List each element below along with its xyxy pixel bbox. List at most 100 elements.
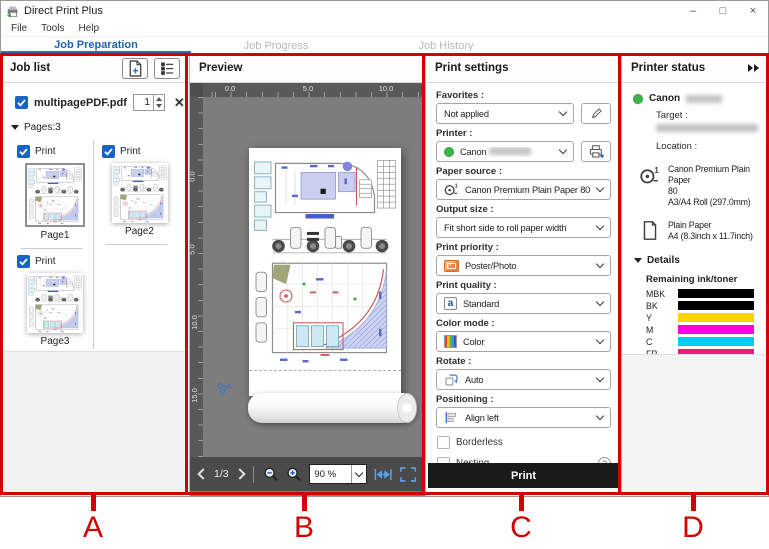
- print-settings-title: Print settings: [435, 62, 508, 74]
- color-mode-select[interactable]: Color: [436, 331, 611, 352]
- printer-select[interactable]: Canon: [436, 141, 574, 162]
- zoom-out-button[interactable]: [263, 466, 279, 483]
- tab-job-history[interactable]: Job History: [361, 40, 531, 54]
- page2-print-checkbox[interactable]: [102, 145, 115, 158]
- roll-media-name: Canon Premium Plain Paper: [668, 164, 760, 186]
- output-size-select[interactable]: Fit short side to roll paper width: [436, 217, 611, 238]
- previous-page-button[interactable]: [197, 468, 208, 479]
- details-toggle[interactable]: Details: [634, 255, 760, 266]
- copies-spinner[interactable]: 1: [133, 94, 165, 111]
- zoom-level-select[interactable]: 90 %: [309, 464, 367, 484]
- close-button[interactable]: ×: [738, 1, 768, 21]
- printer-online-icon: [633, 94, 643, 104]
- rotate-select[interactable]: Auto: [436, 369, 611, 390]
- output-size-label: Output size :: [436, 204, 611, 215]
- ink-title: Remaining ink/toner: [646, 274, 760, 285]
- positioning-label: Positioning :: [436, 394, 611, 405]
- print-quality-select[interactable]: a Standard: [436, 293, 611, 314]
- next-page-button[interactable]: [234, 468, 245, 479]
- rotate-icon: [444, 372, 459, 387]
- edit-favorites-button[interactable]: [581, 103, 611, 124]
- page2-cell: Print Page2: [94, 141, 177, 239]
- list-view-button[interactable]: [154, 58, 180, 79]
- print-button[interactable]: Print: [428, 463, 619, 488]
- page2-thumbnail[interactable]: [112, 163, 168, 223]
- annotation-letter-d: D: [671, 511, 715, 545]
- rotate-label: Rotate :: [436, 356, 611, 367]
- status-printer-row: Canon: [633, 93, 760, 104]
- page1-cell: Print Page1: [9, 141, 93, 243]
- cut-line: [249, 370, 401, 371]
- page-thumbnail-grid: Print Page1 Print: [9, 141, 189, 349]
- fit-width-button[interactable]: [374, 467, 392, 482]
- ink-level-bar: [678, 325, 754, 334]
- align-left-icon: [444, 411, 459, 424]
- page3-cell: Print Page3: [9, 251, 93, 349]
- combo-arrow[interactable]: [351, 465, 366, 483]
- menu-tools[interactable]: Tools: [34, 23, 71, 34]
- redacted-target-address: [656, 124, 758, 132]
- vertical-ruler: 0.0 5.0 10.0 15.0: [190, 97, 203, 457]
- borderless-checkbox[interactable]: [437, 436, 450, 449]
- spinner-down-icon[interactable]: [156, 104, 162, 108]
- menu-file[interactable]: File: [4, 23, 34, 34]
- print-priority-select[interactable]: Poster/Photo: [436, 255, 611, 276]
- preview-canvas[interactable]: 0.0 5.0 10.0 0.0 5.0 10.0 15.0: [190, 83, 425, 457]
- print-priority-label: Print priority :: [436, 242, 611, 253]
- paper-source-select[interactable]: Canon Premium Plain Paper 80 A3/A4: [436, 179, 611, 200]
- printer-status-footer: [622, 354, 768, 496]
- ink-level-bar: [678, 313, 754, 322]
- menu-bar: File Tools Help: [1, 21, 768, 37]
- color-icon: [444, 335, 457, 348]
- job-list-panel: Job list: [1, 54, 189, 496]
- add-job-button[interactable]: [122, 58, 148, 79]
- window-title: Direct Print Plus: [24, 5, 103, 17]
- pages-toggle[interactable]: Pages:3: [11, 122, 189, 133]
- sheet-media-row: Plain Paper A4 (8.3inch x 11.7inch): [639, 220, 760, 242]
- toolbar-divider: [253, 466, 254, 483]
- ink-row-m: M: [646, 325, 754, 334]
- page2-label: Page2: [102, 226, 177, 237]
- favorites-select[interactable]: Not applied: [436, 103, 574, 124]
- page1-label: Page1: [17, 230, 93, 241]
- pages-count-label: Pages:3: [24, 122, 61, 133]
- page3-thumbnail[interactable]: [27, 273, 83, 333]
- file-name: multipagePDF.pdf: [34, 97, 127, 109]
- roll-end-cap: [397, 393, 417, 423]
- maximize-button[interactable]: □: [708, 1, 738, 21]
- zoom-in-button[interactable]: [286, 466, 302, 483]
- print-settings-panel: Print settings Favorites : Not applied: [425, 54, 621, 496]
- minimize-button[interactable]: –: [678, 1, 708, 21]
- page1-print-checkbox[interactable]: [17, 145, 30, 158]
- add-printer-button[interactable]: [581, 141, 611, 162]
- sheet-media-size: A4 (8.3inch x 11.7inch): [668, 231, 753, 242]
- ink-row-c: C: [646, 337, 754, 346]
- tab-job-preparation[interactable]: Job Preparation: [1, 39, 191, 54]
- roll-paper-icon: [639, 164, 661, 186]
- page3-print-checkbox[interactable]: [17, 255, 30, 268]
- add-file-icon: [128, 60, 143, 77]
- ink-row-y: Y: [646, 313, 754, 322]
- poster-photo-icon: [444, 260, 459, 272]
- tab-bar: Job Preparation Job Progress Job History: [1, 37, 768, 54]
- menu-help[interactable]: Help: [71, 23, 106, 34]
- expand-panel-button[interactable]: [748, 64, 759, 72]
- file-checkbox[interactable]: [15, 96, 28, 109]
- print-label: Print: [120, 146, 141, 157]
- pencil-icon: [590, 107, 603, 120]
- positioning-select[interactable]: Align left: [436, 407, 611, 428]
- job-list-title: Job list: [10, 62, 50, 74]
- remove-job-button[interactable]: ✕: [174, 96, 185, 109]
- chevron-down-icon: [596, 260, 604, 268]
- roll-media-name2: 80: [668, 186, 760, 197]
- roll-media-size: A3/A4 Roll (297.0mm): [668, 197, 760, 208]
- page1-thumbnail[interactable]: [25, 163, 85, 227]
- app-window: Direct Print Plus – □ × File Tools Help …: [0, 0, 769, 497]
- tab-job-progress[interactable]: Job Progress: [191, 40, 361, 54]
- chevron-down-icon: [596, 184, 604, 192]
- chevron-down-icon: [559, 146, 567, 154]
- spinner-up-icon[interactable]: [156, 97, 162, 101]
- annotation-letter-c: C: [499, 511, 543, 545]
- borderless-label: Borderless: [456, 437, 503, 448]
- fit-screen-button[interactable]: [400, 467, 416, 482]
